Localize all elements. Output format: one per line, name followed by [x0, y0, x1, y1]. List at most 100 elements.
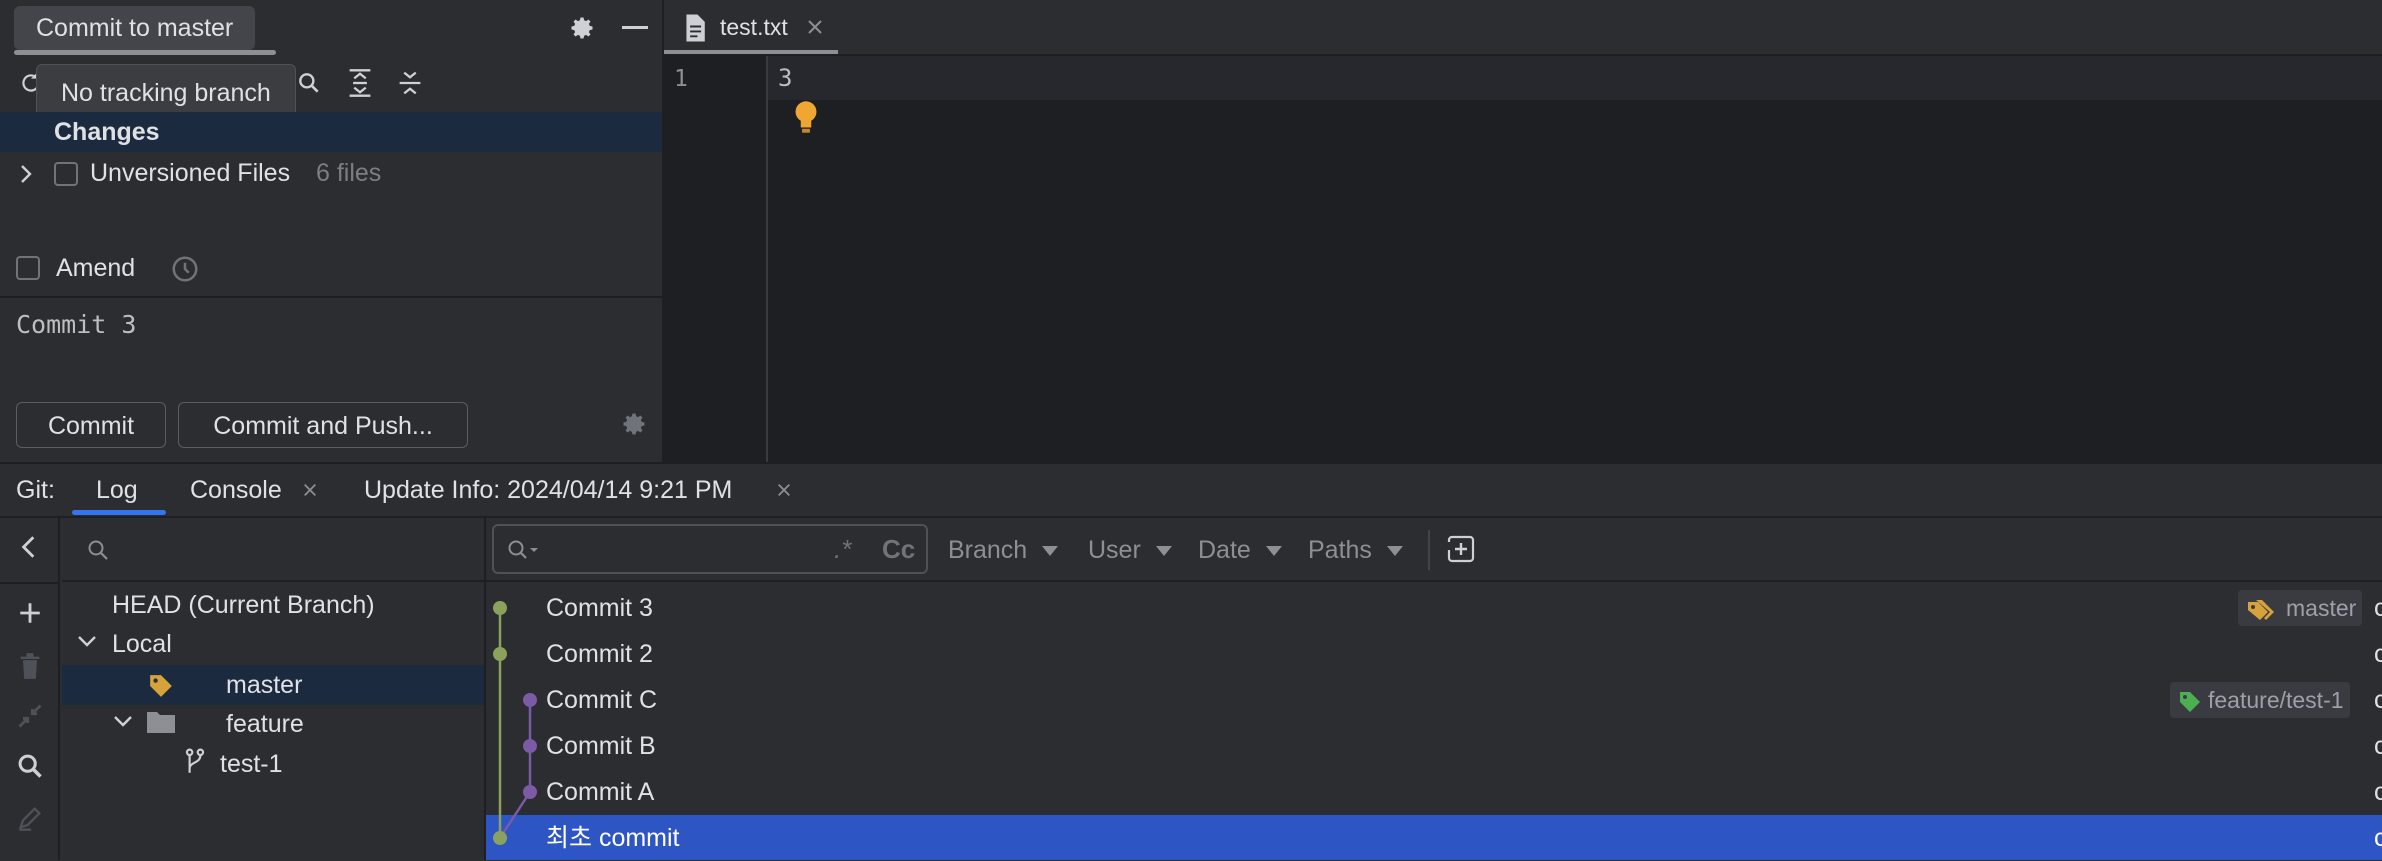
tag-icon [2180, 691, 2200, 712]
amend-label[interactable]: Amend [56, 254, 135, 283]
commit-message: Commit A [546, 778, 655, 806]
regex-toggle-icon[interactable]: .* [834, 534, 851, 565]
unversioned-checkbox[interactable] [54, 162, 78, 186]
amend-checkbox[interactable] [16, 256, 40, 280]
commit-message: Commit B [546, 732, 656, 760]
graph-node [493, 647, 507, 661]
divider [0, 582, 58, 584]
tab-console[interactable]: Console [190, 464, 282, 516]
editor-line-text[interactable]: 3 [778, 64, 792, 92]
close-tab-icon[interactable] [776, 482, 792, 498]
unversioned-count: 6 files [316, 159, 382, 187]
tags-icon [2248, 599, 2274, 620]
log-row[interactable]: Commit C feature/test-1 c [486, 677, 2382, 723]
log-row[interactable]: Commit A c [486, 769, 2382, 815]
truncated-column-text: c [2374, 640, 2382, 668]
tag-icon [148, 673, 174, 699]
line-number: 1 [674, 66, 688, 92]
git-tab-bar [0, 464, 2382, 516]
filter-date-label: Date [1198, 536, 1251, 564]
commit-options-gear-icon[interactable] [620, 410, 648, 438]
close-tab-icon[interactable] [302, 482, 318, 498]
filter-date[interactable]: Date [1198, 524, 1282, 576]
filter-branch-label: Branch [948, 536, 1028, 564]
graph-node [493, 601, 507, 615]
merge-icon [16, 702, 44, 730]
filter-branch[interactable]: Branch [948, 524, 1059, 576]
changes-label: Changes [54, 118, 160, 146]
edit-icon [16, 804, 44, 832]
log-row[interactable]: Commit 2 c [486, 631, 2382, 677]
dropdown-arrow-icon [1155, 546, 1172, 557]
commit-tool-window-header: Commit to master [0, 0, 662, 56]
changes-group[interactable]: Changes [0, 112, 662, 152]
filter-user[interactable]: User [1088, 524, 1172, 576]
git-branches-toolbar [0, 518, 60, 860]
chevron-right-icon[interactable] [16, 162, 36, 186]
branch-master-row[interactable]: master [62, 665, 484, 705]
commit-and-push-button[interactable]: Commit and Push... [178, 402, 468, 448]
expand-all-icon[interactable] [346, 68, 374, 98]
branch-group-feature[interactable]: feature [226, 704, 304, 744]
chevron-down-icon[interactable] [112, 714, 134, 730]
match-case-toggle-icon[interactable]: Cc [882, 534, 915, 565]
editor-tab-test-txt[interactable]: test.txt [664, 0, 838, 56]
ref-label-text: feature/test-1 [2208, 687, 2344, 713]
log-row[interactable]: Commit 3 master c [486, 585, 2382, 631]
log-row-selected[interactable]: 최초 commit c [486, 815, 2382, 860]
delete-icon [18, 652, 42, 680]
log-search-input[interactable]: .* Cc [492, 524, 928, 574]
title-underline [14, 50, 276, 55]
branch-group-local[interactable]: Local [112, 624, 172, 664]
editor-tab-bar [664, 0, 2382, 56]
commit-button[interactable]: Commit [16, 402, 166, 448]
editor-gutter: 1 [664, 56, 768, 462]
minimize-icon[interactable] [622, 26, 648, 29]
truncated-column-text: c [2374, 778, 2382, 806]
commit-message: Commit 3 [546, 594, 653, 622]
folder-icon [146, 710, 176, 734]
collapse-all-icon[interactable] [396, 68, 424, 98]
chevron-down-icon[interactable] [76, 634, 98, 650]
text-file-icon [684, 14, 706, 42]
branch-icon [184, 748, 206, 776]
commit-message: 최초 commit [546, 824, 680, 852]
commit-message: Commit 2 [546, 640, 653, 668]
ref-label-feature-test-1: feature/test-1 [2170, 682, 2350, 718]
ref-label-text: master [2286, 595, 2357, 621]
log-row[interactable]: Commit B c [486, 723, 2382, 769]
commit-graph [493, 601, 537, 845]
unversioned-label: Unversioned Files [90, 159, 291, 187]
commit-message-area[interactable]: Commit 3 [0, 300, 662, 400]
dropdown-arrow-icon [1386, 546, 1403, 557]
filter-paths-label: Paths [1308, 536, 1372, 564]
tab-update-info[interactable]: Update Info: 2024/04/14 9:21 PM [364, 464, 732, 516]
unversioned-files-row[interactable]: Unversioned Files 6 files [0, 154, 662, 194]
graph-node [493, 831, 507, 845]
branch-test-1[interactable]: test-1 [220, 744, 283, 784]
divider [0, 296, 662, 298]
filter-paths[interactable]: Paths [1308, 524, 1403, 576]
search-icon[interactable] [16, 752, 44, 780]
dropdown-arrow-icon [1042, 546, 1059, 557]
commit-message: Commit C [546, 686, 658, 714]
search-history-icon[interactable] [506, 538, 540, 562]
add-icon[interactable] [17, 600, 43, 626]
branch-search-field[interactable] [62, 518, 484, 582]
branch-master-label: master [226, 671, 303, 699]
commit-tool-window-title[interactable]: Commit to master [14, 6, 256, 50]
graph-node [523, 739, 537, 753]
chevron-left-icon[interactable] [18, 534, 40, 560]
tab-log[interactable]: Log [96, 464, 138, 516]
new-tab-icon[interactable] [1446, 534, 1478, 564]
truncated-column-text: c [2374, 686, 2382, 714]
branch-head[interactable]: HEAD (Current Branch) [112, 585, 375, 625]
divider [1428, 530, 1430, 570]
lightbulb-icon[interactable] [792, 100, 820, 134]
close-tab-icon[interactable] [806, 18, 824, 36]
commit-message-text[interactable]: Commit 3 [16, 310, 136, 339]
history-clock-icon[interactable] [170, 254, 200, 284]
gear-icon[interactable] [568, 14, 596, 42]
search-icon [86, 538, 110, 562]
search-icon[interactable] [296, 70, 322, 96]
